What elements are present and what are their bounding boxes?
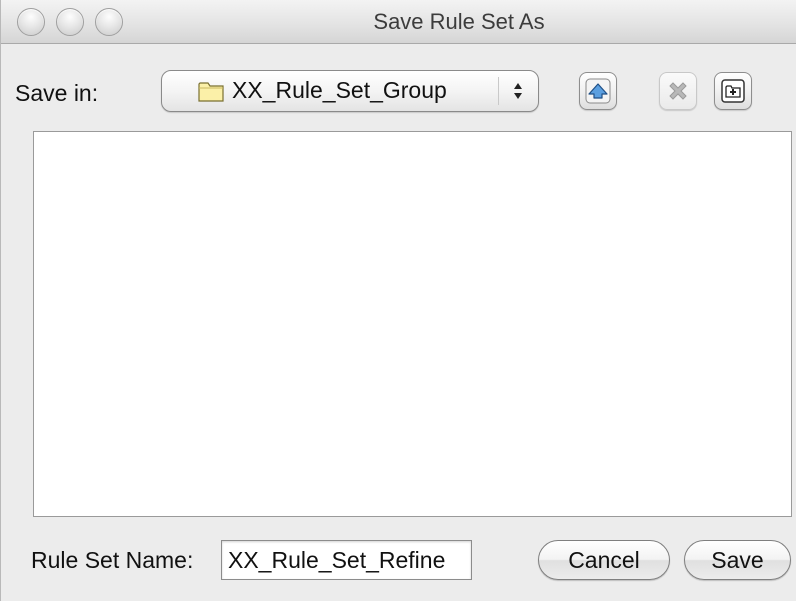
- new-folder-icon: [721, 79, 745, 103]
- rule-set-name-input[interactable]: [221, 540, 472, 580]
- file-list-area[interactable]: [33, 131, 792, 517]
- new-folder-button[interactable]: [714, 72, 752, 110]
- save-in-label: Save in:: [15, 80, 99, 106]
- folder-icon: [198, 82, 224, 102]
- up-one-level-button[interactable]: [579, 72, 617, 110]
- save-in-folder-popup[interactable]: XX_Rule_Set_Group: [161, 70, 539, 112]
- delete-icon: [669, 82, 687, 100]
- save-rule-set-dialog: Save Rule Set As Save in: XX_Rule_Set_Gr…: [0, 0, 796, 601]
- up-down-arrows-icon: [514, 83, 522, 99]
- rule-set-name-label: Rule Set Name:: [31, 547, 194, 573]
- cancel-button[interactable]: Cancel: [538, 540, 670, 580]
- save-button[interactable]: Save: [684, 540, 791, 580]
- delete-button[interactable]: [659, 72, 697, 110]
- window-title: Save Rule Set As: [373, 9, 545, 34]
- selected-folder-name: XX_Rule_Set_Group: [232, 77, 447, 103]
- up-arrow-icon: [585, 78, 611, 104]
- popup-divider: [498, 77, 499, 105]
- title-bar[interactable]: Save Rule Set As: [1, 0, 796, 44]
